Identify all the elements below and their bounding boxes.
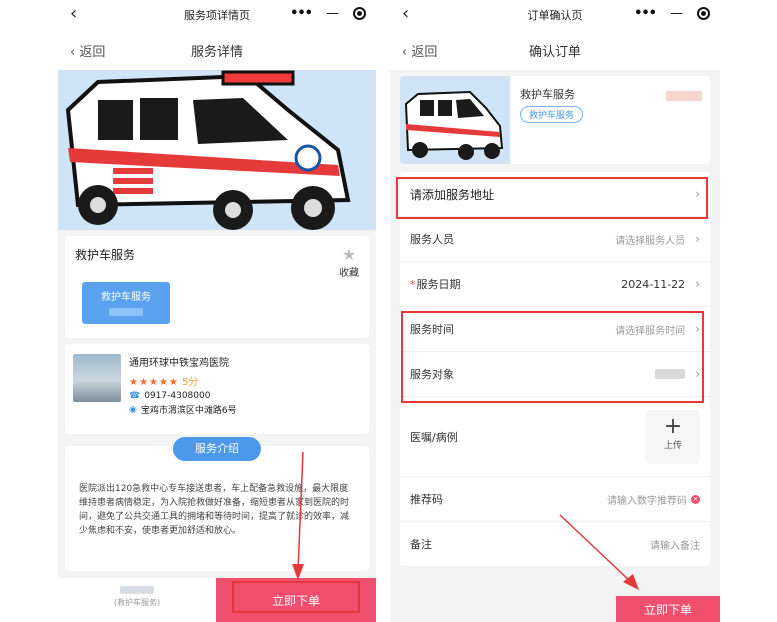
referral-label: 推荐码 [410, 493, 443, 506]
required-mark: * [410, 278, 416, 291]
referral-code-row[interactable]: 推荐码 请输入数字推荐码 × [400, 477, 710, 522]
status-bar: ‹ 服务项详情页 ••• — [58, 0, 376, 30]
service-detail-screen: ‹ 服务项详情页 ••• — ‹ 返回 服务详情 救护车服务 ★ 收藏 救护车服… [58, 0, 376, 622]
chevron-right-icon: › [695, 187, 700, 201]
product-card: 救护车服务 救护车服务 [400, 76, 710, 164]
product-tag: 救护车服务 [520, 106, 584, 123]
back-label: 返回 [79, 45, 106, 60]
product-info: 救护车服务 救护车服务 [520, 76, 584, 164]
chevron-right-icon: › [695, 232, 700, 246]
back-link[interactable]: ‹ 返回 [402, 41, 437, 60]
bottom-service-info: (救护车服务) [58, 578, 216, 622]
product-name: 救护车服务 [520, 88, 575, 101]
page-title: 确认订单 [528, 44, 581, 60]
hospital-name: 通用环球中铁宝鸡医院 [129, 358, 229, 369]
remark-row[interactable]: 备注 请输入备注 [400, 522, 710, 567]
service-card: 救护车服务 ★ 收藏 救护车服务 [65, 236, 369, 338]
time-placeholder: 请选择服务时间 [615, 325, 686, 337]
hospital-photo [73, 354, 121, 402]
bottom-service-label: (救护车服务) [113, 598, 161, 607]
hospital-info: 通用环球中铁宝鸡医院 ★★★★★ 5分 ☎ 0917-4308000 ◉ 宝鸡市… [129, 354, 237, 424]
nav-bar: ‹ 返回 确认订单 [390, 30, 720, 70]
status-title: 订单确认页 [527, 9, 583, 22]
service-time-row[interactable]: 服务时间 请选择服务时间 › [400, 307, 710, 352]
page-title: 服务详情 [190, 44, 243, 60]
more-dots-icon[interactable]: ••• [634, 6, 657, 21]
mini-program-capsule: ••• — [290, 6, 366, 21]
service-type-label: 救护车服务 [101, 292, 151, 303]
plus-icon: + [663, 413, 683, 439]
staff-label: 服务人员 [410, 233, 454, 246]
service-type-button[interactable]: 救护车服务 [82, 282, 170, 324]
chevron-right-icon: › [695, 322, 700, 336]
service-staff-row[interactable]: 服务人员 请选择服务人员 › [400, 217, 710, 262]
nav-bar: ‹ 返回 服务详情 [58, 30, 376, 70]
intro-tag: 服务介绍 [173, 437, 261, 461]
rating-score: 5分 [182, 377, 199, 388]
blurred-price [109, 308, 143, 316]
medical-record-row: 医嘱/病例 + 上传 [400, 397, 710, 477]
service-target-row[interactable]: 服务对象 › [400, 352, 710, 397]
chevron-right-icon: › [695, 277, 700, 291]
service-address-row[interactable]: 请添加服务地址 › [400, 172, 710, 217]
rating-stars: ★★★★★ [129, 377, 179, 388]
phone-icon: ☎ [129, 391, 141, 401]
chevron-right-icon: › [695, 367, 700, 381]
ambulance-hero-image [58, 70, 376, 230]
order-confirm-screen: ‹ 订单确认页 ••• — ‹ 返回 确认订单 救护车服务 救护车服务 请添加服… [390, 0, 720, 622]
remark-input[interactable]: 请输入备注 [650, 537, 700, 552]
chevron-left-icon[interactable]: ‹ [402, 3, 409, 24]
ambulance-illustration [58, 70, 376, 230]
bottom-action-bar: (救护车服务) 立即下单 [58, 578, 376, 622]
service-intro-card: 服务介绍 医院派出120急救中心专车接送患者，车上配备急救设施，最大限度维持患者… [65, 437, 369, 571]
location-pin-icon: ◉ [129, 404, 137, 415]
target-label: 服务对象 [410, 368, 454, 381]
more-dots-icon[interactable]: ••• [290, 6, 313, 21]
record-icon[interactable] [353, 7, 366, 20]
address-text: 宝鸡市渭滨区中滩路6号 [140, 406, 237, 416]
blurred-price [120, 586, 154, 594]
referral-input[interactable]: 请输入数字推荐码 [607, 492, 687, 507]
status-bar: ‹ 订单确认页 ••• — [390, 0, 720, 30]
date-value: 2024-11-22 [621, 277, 686, 291]
chevron-left-icon[interactable]: ‹ [70, 3, 77, 24]
status-title: 服务项详情页 [184, 9, 250, 22]
submit-order-button[interactable]: 立即下单 [616, 596, 720, 622]
star-icon: ★ [341, 245, 357, 264]
clear-icon[interactable]: × [691, 494, 700, 504]
hospital-address[interactable]: ◉ 宝鸡市渭滨区中滩路6号 [129, 403, 237, 417]
hospital-card[interactable]: 通用环球中铁宝鸡医院 ★★★★★ 5分 ☎ 0917-4308000 ◉ 宝鸡市… [65, 344, 369, 434]
submit-order-button[interactable]: 立即下单 [216, 578, 376, 622]
address-label: 请添加服务地址 [410, 187, 495, 202]
hospital-rating: ★★★★★ 5分 [129, 373, 237, 388]
minus-icon[interactable]: — [670, 6, 683, 21]
favorite-button[interactable]: ★ 收藏 [339, 245, 359, 280]
time-label: 服务时间 [410, 323, 454, 336]
minus-icon[interactable]: — [326, 6, 339, 21]
staff-placeholder: 请选择服务人员 [615, 235, 686, 247]
screen-divider [376, 0, 390, 622]
upload-label: 上传 [663, 440, 682, 451]
record-icon[interactable] [697, 7, 710, 20]
phone-number: 0917-4308000 [144, 391, 211, 401]
back-label: 返回 [411, 45, 438, 60]
intro-text: 医院派出120急救中心专车接送患者，车上配备急救设施，最大限度维持患者病情稳定，… [79, 484, 350, 536]
medical-label: 医嘱/病例 [410, 430, 458, 444]
service-date-row[interactable]: *服务日期 2024-11-22 › [400, 262, 710, 307]
remark-label: 备注 [410, 538, 432, 551]
date-label: 服务日期 [416, 278, 461, 291]
service-name: 救护车服务 [75, 248, 136, 262]
ambulance-thumb-illustration [400, 76, 510, 164]
mini-program-capsule: ••• — [634, 6, 710, 21]
favorite-label: 收藏 [339, 268, 359, 279]
order-form: 请添加服务地址 › 服务人员 请选择服务人员 › *服务日期 2024-11-2… [400, 172, 710, 567]
ambulance-thumbnail [400, 76, 510, 164]
hospital-phone[interactable]: ☎ 0917-4308000 [129, 391, 237, 401]
blurred-price [666, 91, 702, 101]
upload-button[interactable]: + 上传 [646, 409, 700, 464]
blurred-target-name [655, 369, 686, 379]
back-link[interactable]: ‹ 返回 [70, 41, 105, 60]
